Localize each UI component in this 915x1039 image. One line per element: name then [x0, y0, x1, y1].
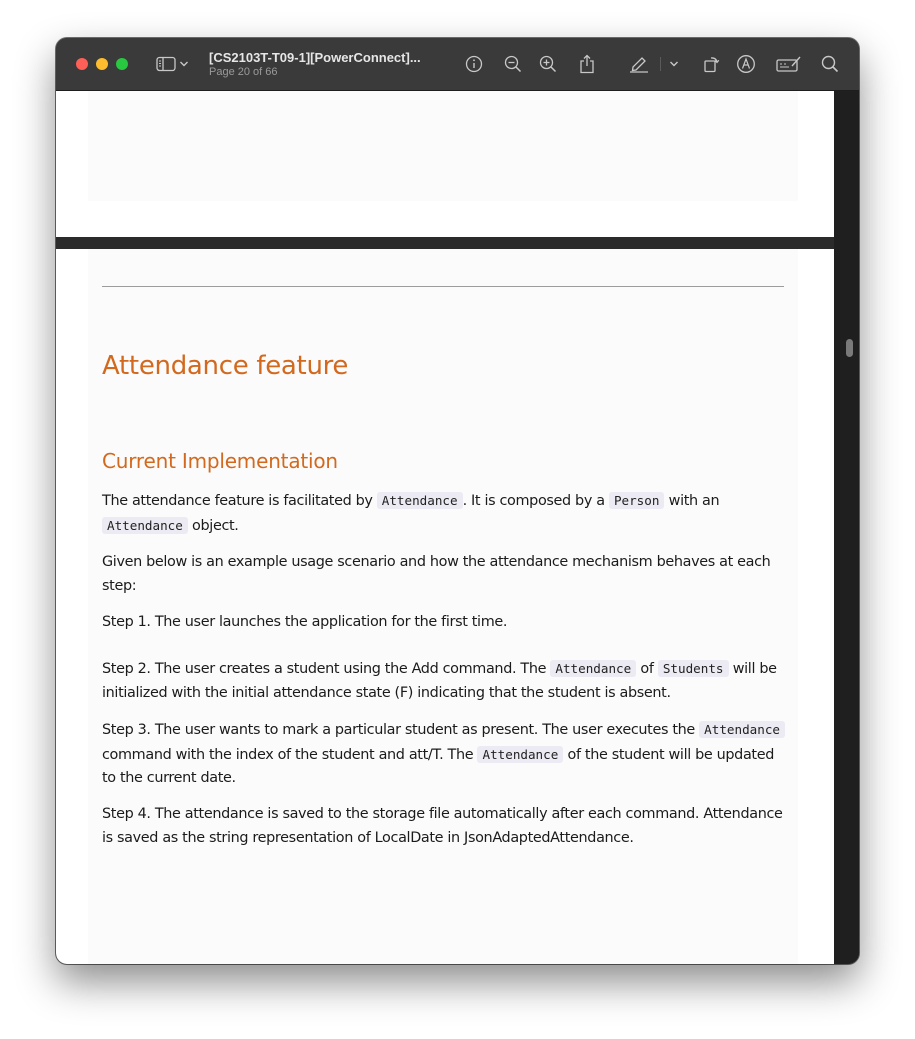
zoom-out-icon[interactable] [501, 52, 525, 76]
close-window-button[interactable] [76, 58, 88, 70]
paragraph-intro: The attendance feature is facilitated by… [102, 489, 786, 538]
minimize-window-button[interactable] [96, 58, 108, 70]
share-icon[interactable] [575, 52, 599, 76]
paragraph-step-4: Step 4. The attendance is saved to the s… [102, 806, 783, 846]
sidebar-icon[interactable] [154, 52, 178, 76]
highlight-pen-icon[interactable] [627, 52, 651, 76]
inline-code: Attendance [477, 745, 564, 763]
inline-code: Students [657, 660, 729, 677]
document-title: [CS2103T-T09-1][PowerConnect]... [209, 50, 421, 65]
subsection-heading: Current Implementation [102, 449, 338, 473]
paragraph-step-2: Step 2. The user creates a student using… [102, 657, 786, 705]
page-indicator: Page 20 of 66 [209, 66, 278, 78]
zoom-in-icon[interactable] [536, 52, 560, 76]
current-page: Attendance feature Current Implementatio… [56, 249, 834, 964]
chevron-down-icon[interactable] [177, 52, 191, 76]
markup-icon[interactable] [734, 52, 758, 76]
previous-page [56, 91, 834, 237]
previous-page-content [88, 91, 798, 201]
fullscreen-window-button[interactable] [116, 58, 128, 70]
title-bar: [CS2103T-T09-1][PowerConnect]... Page 20… [56, 38, 859, 91]
annotate-icon[interactable] [775, 52, 803, 76]
scrollbar-track[interactable] [834, 91, 859, 964]
toolbar-separator [660, 57, 661, 71]
search-icon[interactable] [818, 52, 842, 76]
section-heading: Attendance feature [102, 351, 349, 381]
paragraph-scenario: Given below is an example usage scenario… [102, 554, 771, 594]
preview-window: [CS2103T-T09-1][PowerConnect]... Page 20… [56, 38, 859, 964]
inline-code: Attendance [550, 660, 637, 677]
text-run: object. [187, 517, 239, 534]
info-icon[interactable] [462, 52, 486, 76]
inline-code: Attendance [376, 492, 463, 509]
document-viewport[interactable]: Attendance feature Current Implementatio… [56, 91, 834, 964]
horizontal-rule [102, 286, 784, 287]
highlight-options-chevron-icon[interactable] [667, 52, 681, 76]
text-run: Step 3. The user wants to mark a particu… [102, 722, 700, 738]
text-run: command with the index of the student an… [102, 746, 478, 763]
rotate-icon[interactable] [699, 52, 723, 76]
text-run: . It is composed by a [462, 493, 609, 509]
inline-code: Person [608, 492, 665, 509]
text-run: with an [664, 493, 720, 509]
text-run: Step 2. The user creates a student using… [102, 661, 551, 677]
inline-code: Attendance [699, 721, 785, 738]
inline-code: Attendance [102, 516, 188, 534]
paragraph-step-3: Step 3. The user wants to mark a particu… [102, 718, 786, 791]
paragraph-step-1: Step 1. The user launches the applicatio… [102, 614, 508, 630]
scrollbar-thumb[interactable] [846, 339, 853, 357]
text-run: The attendance feature is facilitated by [102, 493, 377, 509]
text-run: of [636, 661, 658, 677]
